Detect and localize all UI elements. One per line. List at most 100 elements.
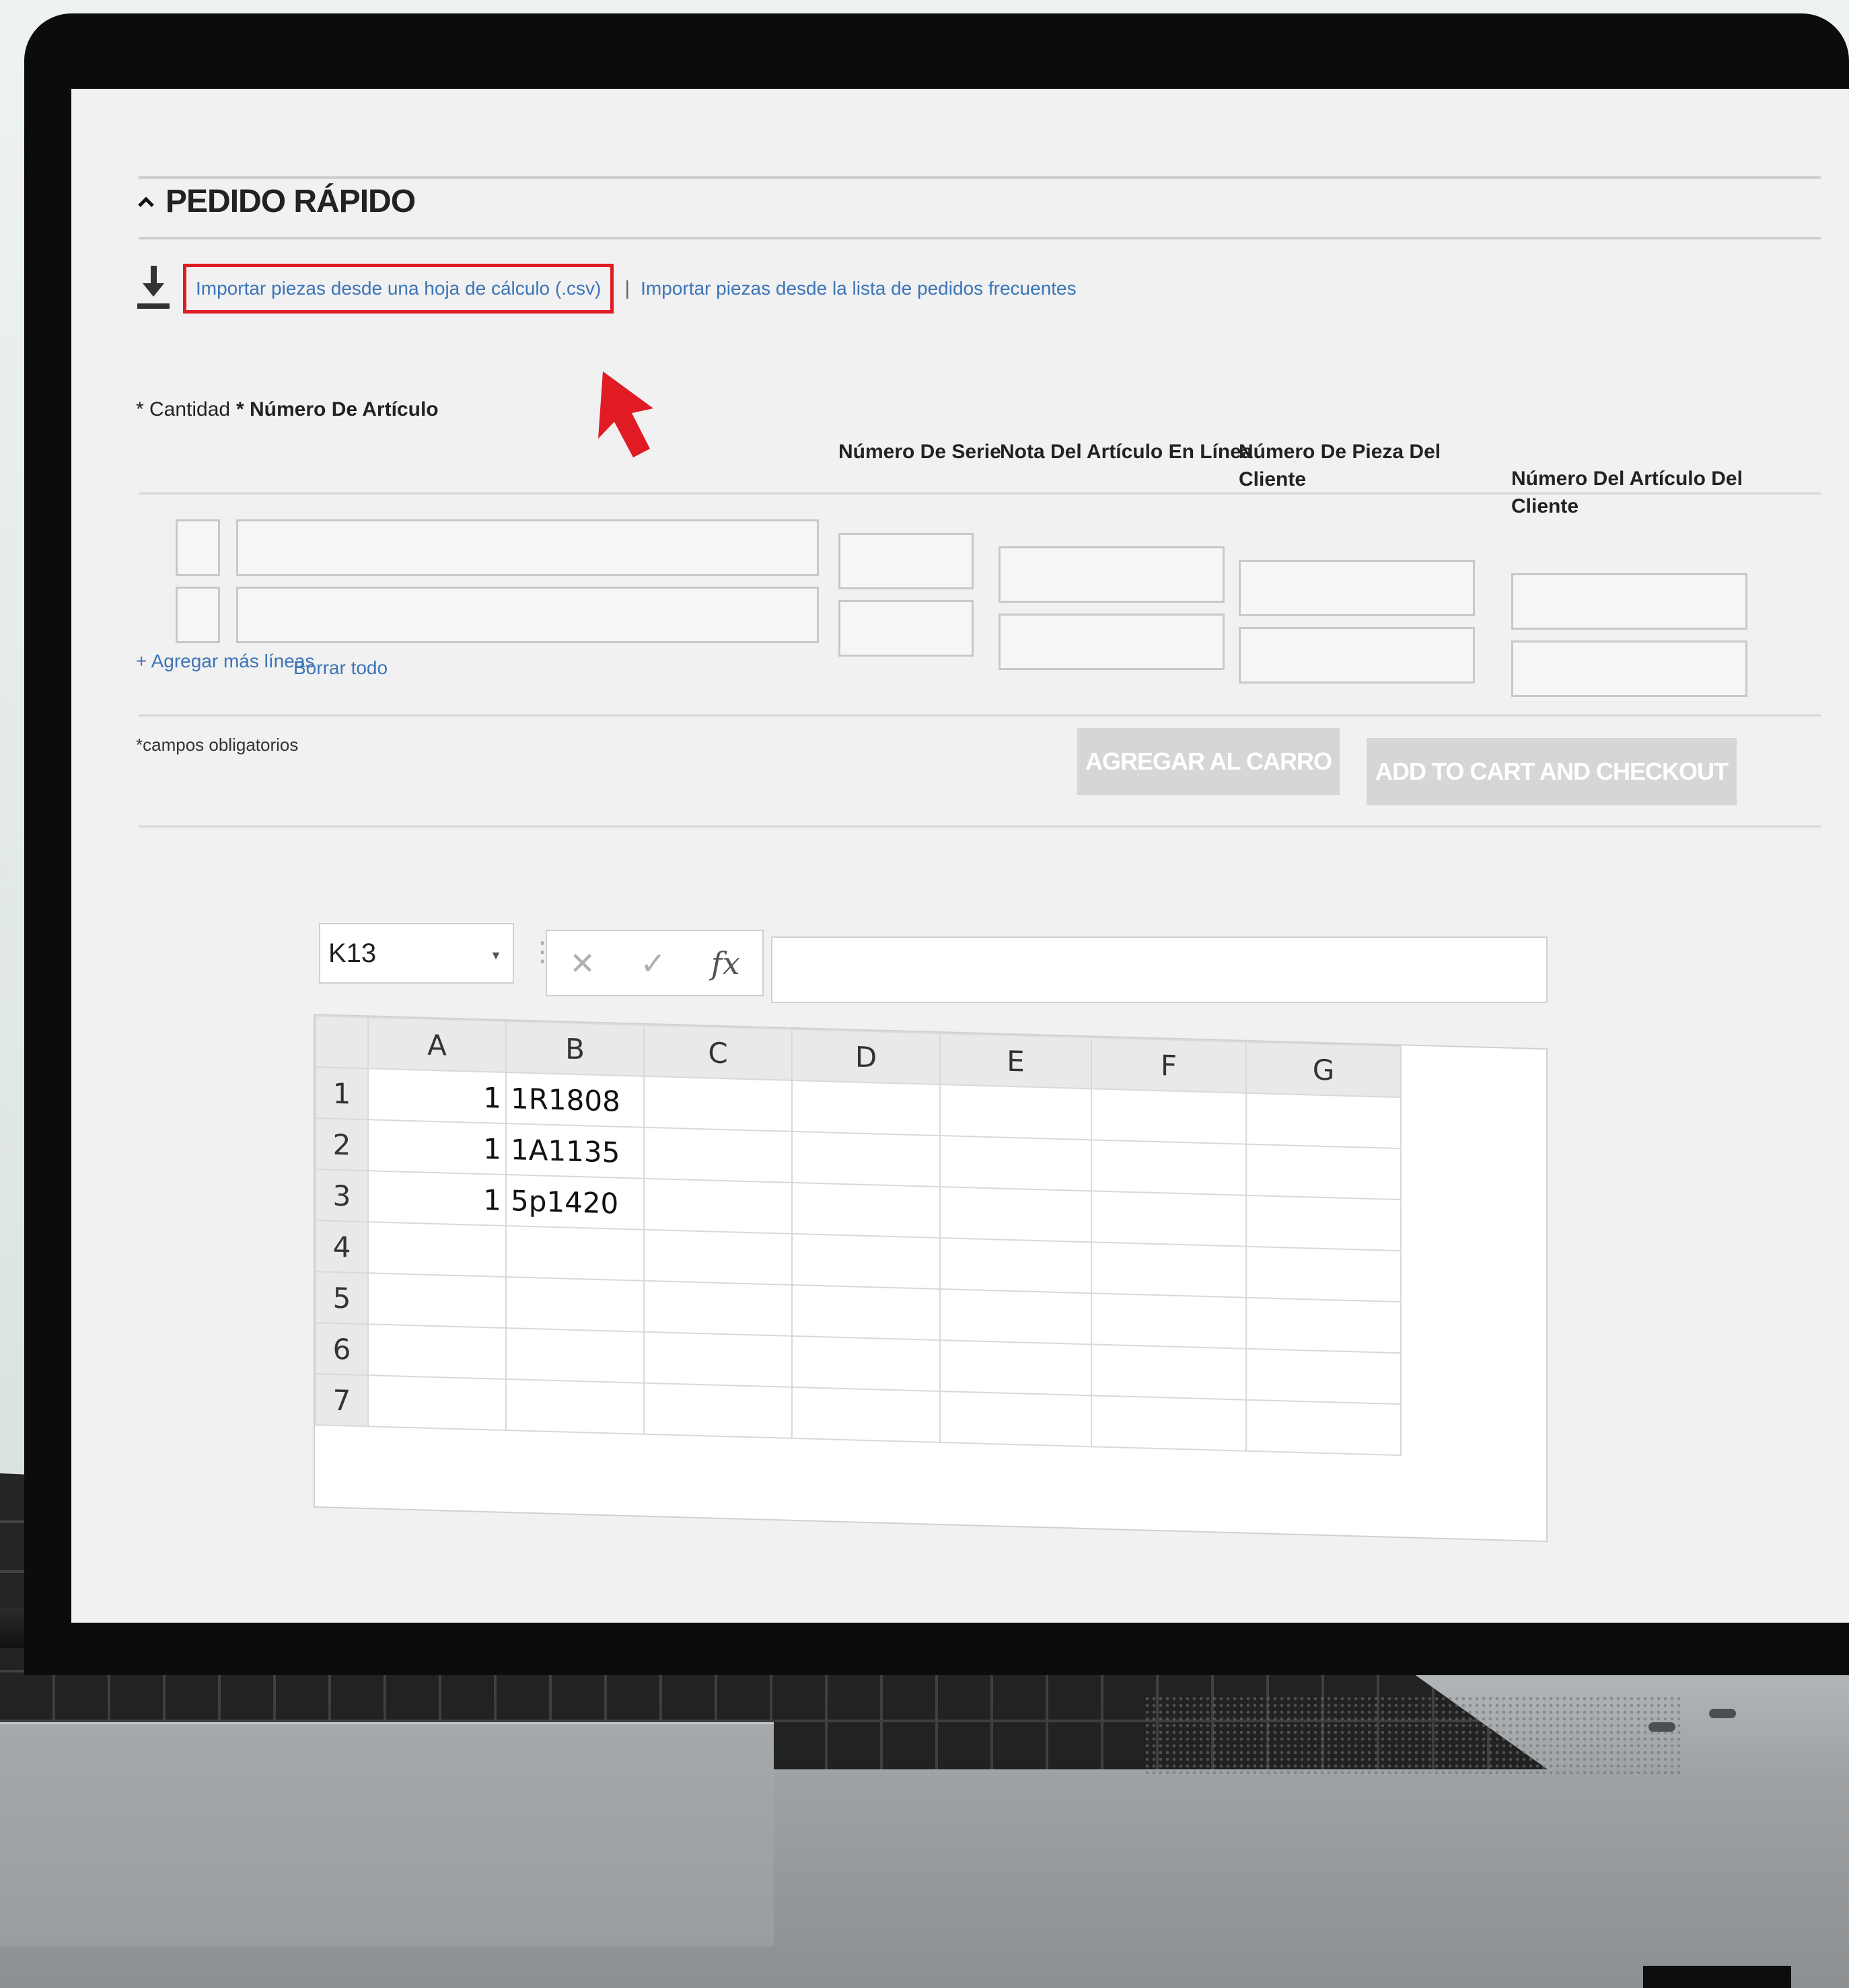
sheet-table: A B C D E F G 1 1 1R1808 2 1 1A1135 3 1 … — [315, 1015, 1402, 1456]
cell[interactable] — [506, 1276, 644, 1332]
cell[interactable] — [368, 1222, 506, 1277]
cell[interactable] — [1091, 1140, 1246, 1195]
cell[interactable] — [792, 1131, 940, 1187]
cell[interactable] — [644, 1127, 792, 1183]
cell[interactable] — [792, 1335, 940, 1392]
column-header[interactable]: A — [368, 1017, 506, 1072]
quantity-input[interactable] — [176, 519, 220, 576]
serial-number-input[interactable] — [838, 533, 974, 589]
cell[interactable] — [368, 1273, 506, 1328]
cell[interactable] — [1246, 1297, 1401, 1354]
link-separator: | — [624, 277, 630, 299]
column-header[interactable]: D — [792, 1029, 940, 1085]
function-icon[interactable]: fx — [711, 945, 740, 982]
cell[interactable] — [940, 1136, 1091, 1191]
cell[interactable] — [1091, 1242, 1246, 1298]
cell[interactable] — [1091, 1089, 1246, 1144]
cell[interactable]: 5p1420 — [506, 1174, 644, 1230]
cell[interactable] — [1246, 1195, 1401, 1251]
row-header[interactable]: 6 — [316, 1323, 368, 1376]
cell[interactable] — [792, 1080, 940, 1136]
cell[interactable]: 1 — [368, 1068, 506, 1124]
line-item-note-input[interactable] — [999, 614, 1225, 670]
row-header[interactable]: 1 — [316, 1067, 368, 1120]
client-article-number-input[interactable] — [1511, 640, 1747, 697]
serial-number-input[interactable] — [838, 600, 974, 657]
name-box[interactable]: K13 ▼ — [319, 923, 514, 984]
cell[interactable] — [1246, 1093, 1401, 1149]
cell[interactable] — [940, 1391, 1091, 1447]
row-header[interactable]: 7 — [316, 1374, 368, 1427]
column-header[interactable]: F — [1091, 1037, 1246, 1093]
cancel-icon[interactable]: ✕ — [569, 945, 595, 982]
column-header[interactable]: C — [644, 1025, 792, 1080]
column-header[interactable]: E — [940, 1033, 1091, 1089]
cell[interactable] — [792, 1233, 940, 1290]
divider — [139, 714, 1821, 716]
row-header[interactable]: 2 — [316, 1118, 368, 1171]
cell[interactable] — [506, 1378, 644, 1434]
cell[interactable] — [644, 1076, 792, 1132]
cell[interactable] — [1091, 1395, 1246, 1451]
row-header[interactable]: 4 — [316, 1220, 368, 1274]
formula-bar-input[interactable] — [771, 936, 1548, 1003]
select-all-corner[interactable] — [316, 1016, 368, 1069]
article-number-input[interactable] — [236, 587, 819, 643]
cell[interactable]: 1 — [368, 1119, 506, 1175]
import-csv-link[interactable]: Importar piezas desde una hoja de cálcul… — [183, 264, 614, 314]
cell[interactable] — [940, 1084, 1091, 1140]
cell[interactable] — [940, 1238, 1091, 1294]
cell[interactable] — [644, 1280, 792, 1336]
cell[interactable]: 1A1135 — [506, 1123, 644, 1179]
column-header[interactable]: B — [506, 1021, 644, 1076]
cell[interactable] — [940, 1187, 1091, 1243]
cell[interactable] — [792, 1284, 940, 1341]
cell[interactable] — [1246, 1399, 1401, 1456]
cell[interactable] — [368, 1324, 506, 1379]
cell[interactable] — [506, 1225, 644, 1281]
row-header[interactable]: 3 — [316, 1169, 368, 1222]
cell[interactable]: 1R1808 — [506, 1072, 644, 1128]
cell[interactable] — [792, 1387, 940, 1443]
import-frequent-orders-link[interactable]: Importar piezas desde la lista de pedido… — [641, 278, 1077, 299]
cell[interactable] — [1091, 1191, 1246, 1247]
quantity-input[interactable] — [176, 587, 220, 643]
line-item-note-label: Nota Del Artículo En Línea — [1000, 441, 1253, 463]
cursor-arrow-icon — [598, 371, 653, 457]
client-piece-number-input[interactable] — [1239, 560, 1475, 616]
line-item-note-input[interactable] — [999, 546, 1225, 603]
cell[interactable] — [940, 1289, 1091, 1345]
download-icon[interactable] — [136, 264, 171, 313]
article-number-input[interactable] — [236, 519, 819, 576]
add-to-cart-checkout-button[interactable]: ADD TO CART AND CHECKOUT — [1367, 738, 1737, 805]
cell[interactable] — [1091, 1344, 1246, 1400]
cell[interactable] — [644, 1178, 792, 1234]
add-lines-link[interactable]: + Agregar más líneas — [136, 651, 314, 672]
quantity-label: * Cantidad — [136, 398, 231, 420]
spreadsheet: K13 ▼ ⋮ ✕ ✓ fx A B C D E F G 1 1 1R1808 … — [314, 916, 1548, 1543]
check-icon[interactable]: ✓ — [641, 945, 667, 982]
client-article-number-input[interactable] — [1511, 573, 1747, 630]
add-to-cart-button[interactable]: AGREGAR AL CARRO — [1077, 728, 1340, 795]
section-title: PEDIDO RÁPIDO — [166, 184, 416, 219]
chevron-down-icon[interactable]: ▼ — [490, 949, 502, 963]
cell[interactable] — [1091, 1293, 1246, 1349]
clear-all-link[interactable]: Borrar todo — [293, 657, 388, 679]
cell[interactable] — [644, 1331, 792, 1387]
quick-order-header[interactable]: PEDIDO RÁPIDO — [136, 183, 416, 220]
client-piece-number-input[interactable] — [1239, 627, 1475, 684]
formula-controls: ✕ ✓ fx — [546, 930, 764, 996]
cell[interactable] — [644, 1229, 792, 1285]
cell[interactable]: 1 — [368, 1171, 506, 1226]
cell[interactable] — [1246, 1144, 1401, 1200]
cell[interactable] — [792, 1182, 940, 1239]
cell[interactable] — [644, 1383, 792, 1438]
divider — [139, 492, 1821, 494]
row-header[interactable]: 5 — [316, 1272, 368, 1325]
cell[interactable] — [1246, 1348, 1401, 1405]
column-header[interactable]: G — [1246, 1041, 1401, 1098]
cell[interactable] — [940, 1340, 1091, 1396]
cell[interactable] — [506, 1327, 644, 1383]
cell[interactable] — [1246, 1246, 1401, 1302]
cell[interactable] — [368, 1375, 506, 1430]
